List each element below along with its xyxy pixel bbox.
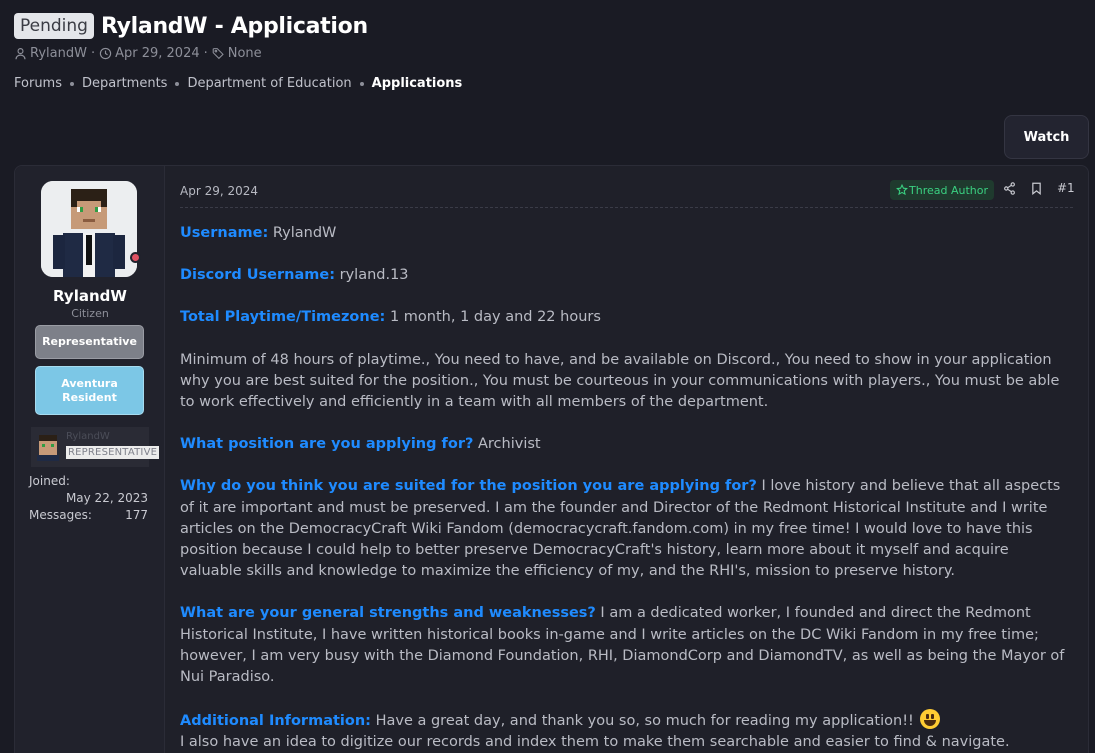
bookmark-icon[interactable] <box>1030 182 1043 195</box>
star-icon <box>896 184 908 196</box>
breadcrumb-applications[interactable]: Applications <box>372 76 463 91</box>
messages-label: Messages: <box>29 508 92 522</box>
post-main: Apr 29, 2024 Thread Author #1 Username: … <box>165 166 1088 753</box>
post-header-divider <box>180 207 1073 208</box>
post-user-panel: RylandW Citizen Representative Aventura … <box>15 166 165 753</box>
tag-icon <box>212 48 224 60</box>
thread-page: Pending RylandW - Application RylandW · … <box>0 0 1095 753</box>
messages-value[interactable]: 177 <box>125 508 148 522</box>
requirements-text: Minimum of 48 hours of playtime., You ne… <box>180 351 1060 411</box>
status-badge: Pending <box>14 13 94 39</box>
thread-date-link[interactable]: Apr 29, 2024 <box>115 46 200 61</box>
breadcrumb-separator <box>175 81 180 86</box>
grin-emoji-icon <box>920 709 941 730</box>
page-title: RylandW - Application <box>100 13 368 39</box>
clock-icon <box>99 47 112 60</box>
post-actions: #1 <box>1003 181 1075 195</box>
user-signature-card: RylandW REPRESENTATIVE <box>31 427 160 467</box>
thread-author-link[interactable]: RylandW <box>30 46 87 61</box>
field-playtime: Total Playtime/Timezone: 1 month, 1 day … <box>180 309 601 326</box>
post-body: Username: RylandW Discord Username: ryla… <box>180 223 1065 753</box>
breadcrumb-forums[interactable]: Forums <box>14 76 62 91</box>
online-status-indicator <box>130 252 141 263</box>
watch-button[interactable]: Watch <box>1004 115 1089 159</box>
thread-meta: RylandW · Apr 29, 2024 · None <box>14 46 262 61</box>
thread-header: Pending RylandW - Application <box>14 13 368 39</box>
breadcrumb-department-of-education[interactable]: Department of Education <box>187 76 351 91</box>
breadcrumb-separator <box>359 81 364 86</box>
field-additional: Additional Information: Have a great day… <box>180 709 1065 753</box>
post: RylandW Citizen Representative Aventura … <box>14 165 1089 753</box>
thread-author-badge: Thread Author <box>890 180 994 200</box>
post-number-link[interactable]: #1 <box>1057 181 1075 195</box>
field-username: Username: RylandW <box>180 225 337 241</box>
joined-value: May 22, 2023 <box>65 491 148 505</box>
share-icon[interactable] <box>1003 181 1016 195</box>
avatar[interactable] <box>41 181 137 277</box>
mini-role-badge: REPRESENTATIVE <box>66 446 160 459</box>
breadcrumb-separator <box>70 81 74 86</box>
breadcrumb: Forums Departments Department of Educati… <box>14 76 462 91</box>
user-title: Citizen <box>71 307 109 320</box>
field-strengths: What are your general strengths and weak… <box>180 605 1065 686</box>
user-banner-representative: Representative <box>35 325 144 359</box>
post-username[interactable]: RylandW <box>15 287 165 305</box>
thread-tags: None <box>227 46 262 61</box>
joined-label: Joined: <box>29 474 70 488</box>
field-position: What position are you applying for? Arch… <box>180 436 541 453</box>
user-icon <box>15 48 26 60</box>
user-banner-aventura-resident: Aventura Resident <box>35 366 144 415</box>
mini-username: RylandW <box>66 431 110 442</box>
post-date[interactable]: Apr 29, 2024 <box>180 184 258 198</box>
field-suited: Why do you think you are suited for the … <box>180 478 1061 580</box>
breadcrumb-departments[interactable]: Departments <box>82 76 167 91</box>
minecraft-skin-avatar <box>41 181 137 277</box>
mini-avatar <box>33 431 63 461</box>
field-discord-username: Discord Username: ryland.13 <box>180 267 409 284</box>
